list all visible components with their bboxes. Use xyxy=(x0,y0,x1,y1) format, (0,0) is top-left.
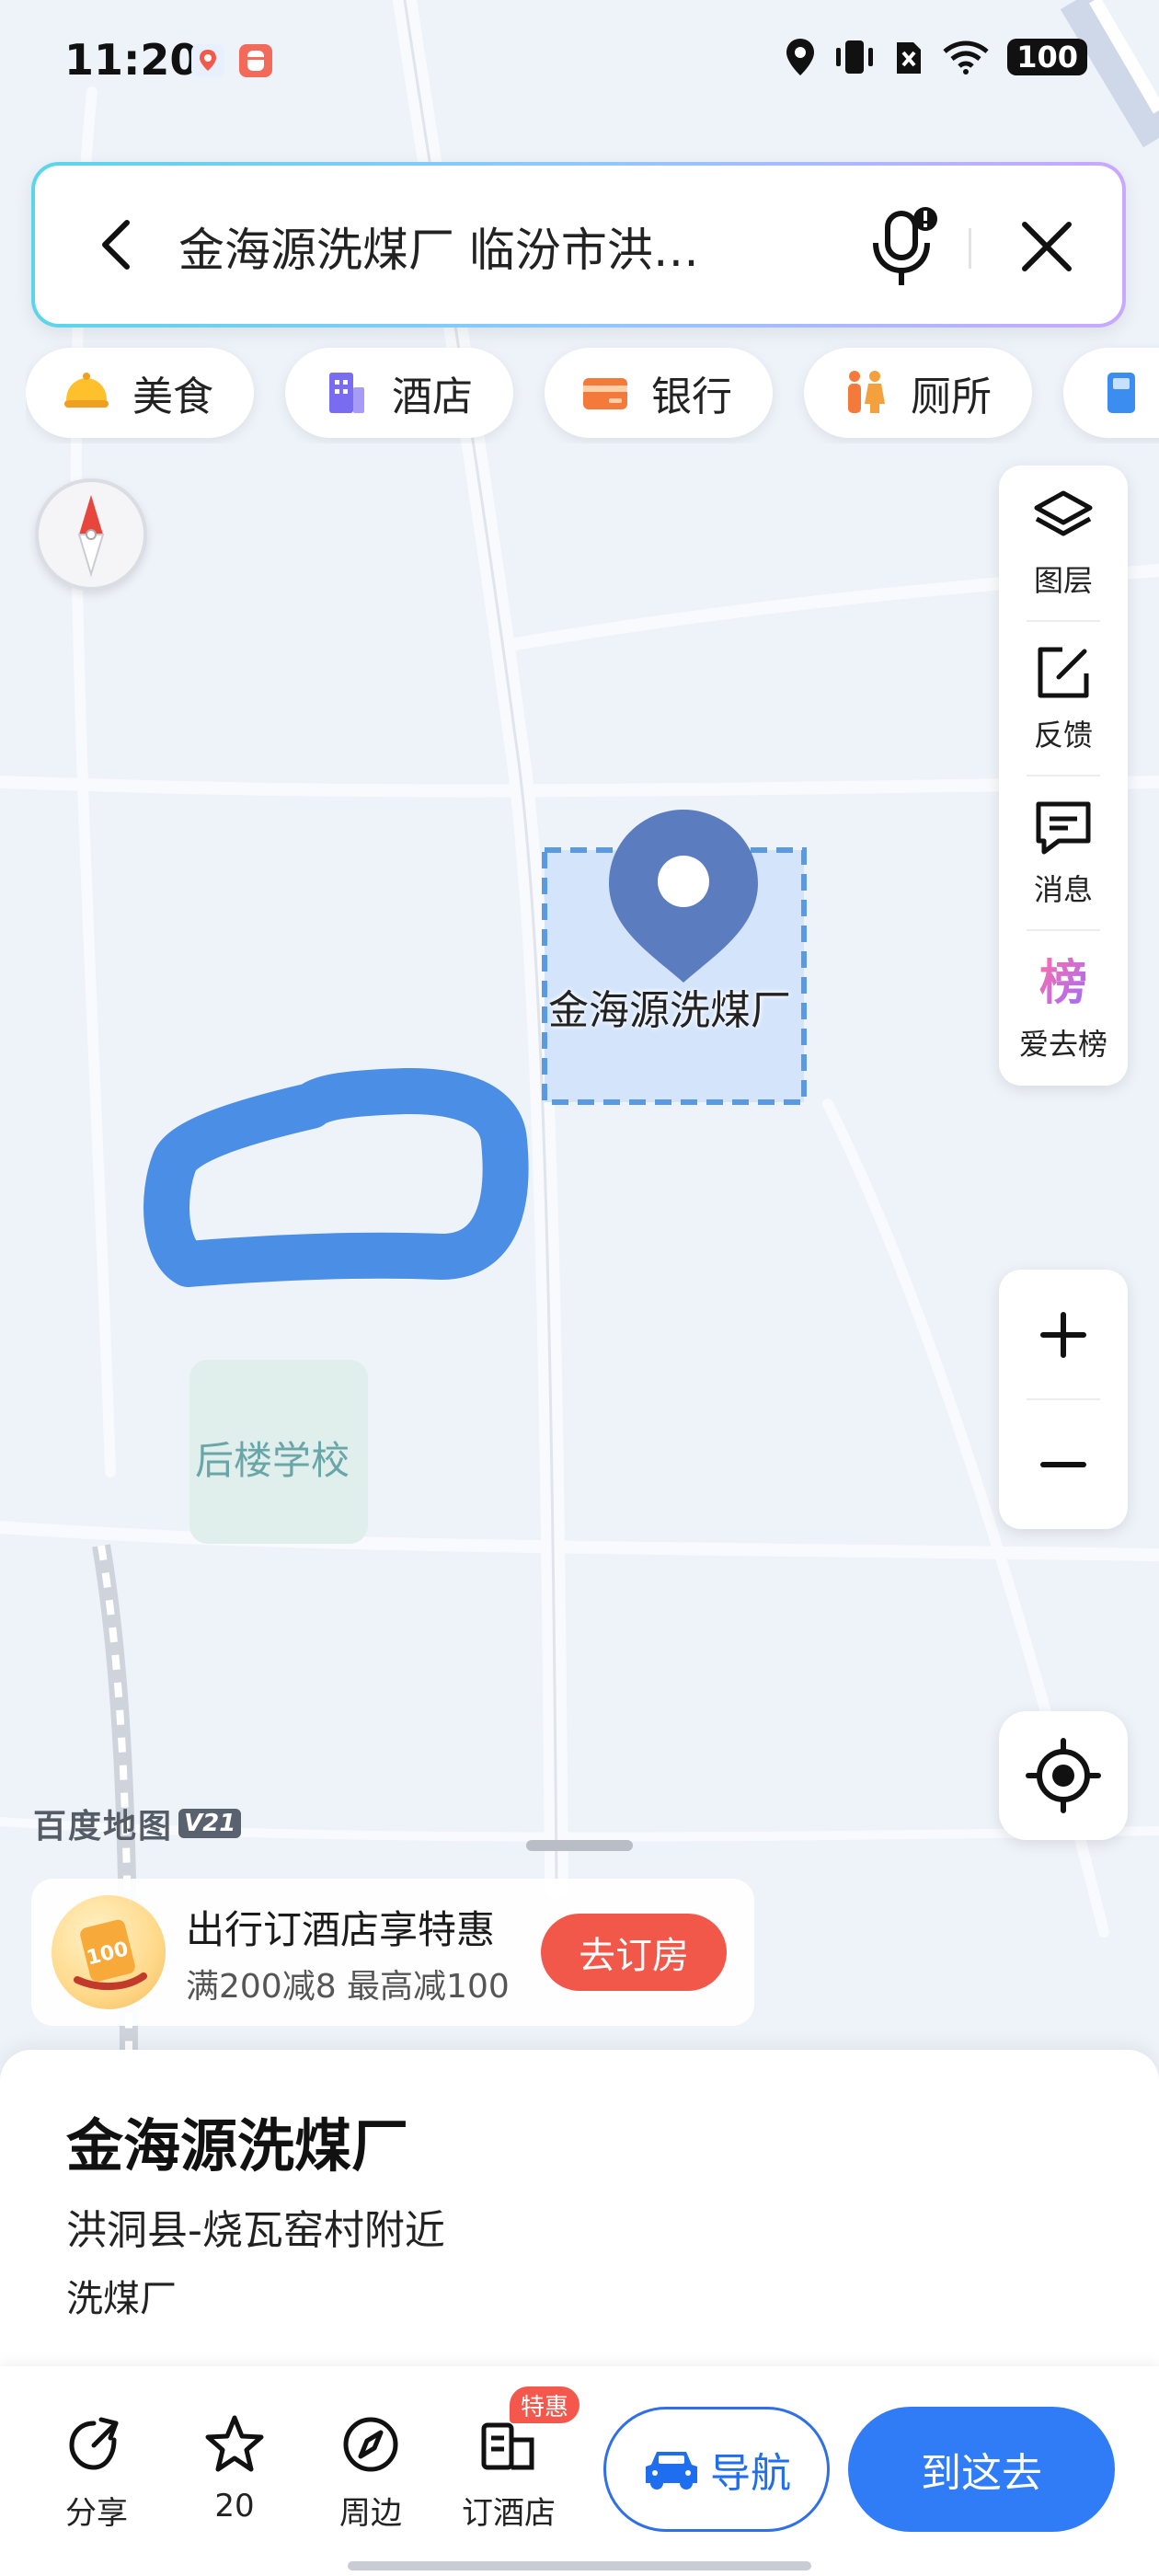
tool-ranking[interactable]: 榜 爱去榜 xyxy=(999,929,1128,1084)
search-bar[interactable]: 金海源洗煤厂 临汾市洪… xyxy=(31,162,1126,328)
close-icon[interactable] xyxy=(1008,208,1085,285)
tool-feedback[interactable]: 反馈 xyxy=(999,620,1128,775)
minus-icon xyxy=(1040,1461,1086,1467)
location-status-icon xyxy=(786,39,815,75)
vibrate-icon xyxy=(836,40,874,74)
chip-food-label: 美食 xyxy=(132,374,213,420)
promo-subtitle: 满200减8 最高减100 xyxy=(186,1968,510,2006)
category-chips: 美食 酒店 银行 厕所 xyxy=(26,342,1159,443)
hotel-promo-banner[interactable]: 100 出行订酒店享特惠 满200减8 最高减100 去订房 xyxy=(31,1879,754,2026)
status-time: 11:20 xyxy=(64,35,200,85)
map-tools-panel: 图层 反馈 消息 榜 爱去榜 xyxy=(999,466,1128,1086)
share-button[interactable]: 分享 xyxy=(37,2412,156,2533)
discount-badge: 特惠 xyxy=(510,2386,580,2423)
nearby-label: 周边 xyxy=(339,2495,402,2532)
logo-version: V21 xyxy=(178,1809,242,1838)
food-icon xyxy=(64,373,109,408)
place-address: 洪洞县-烧瓦窑村附近 xyxy=(66,2207,445,2254)
status-indicators: 100 xyxy=(785,37,1087,77)
tool-messages[interactable]: 消息 xyxy=(999,775,1128,929)
tool-feedback-label: 反馈 xyxy=(1033,718,1093,753)
book-hotel-label: 订酒店 xyxy=(462,2495,556,2532)
search-query-text[interactable]: 金海源洗煤厂 临汾市洪… xyxy=(178,213,786,280)
search-divider xyxy=(969,228,971,269)
navigate-label: 导航 xyxy=(710,2450,791,2497)
coupon-badge: 100 xyxy=(52,1895,166,2009)
gas-station-icon xyxy=(1107,373,1135,413)
zoom-controls xyxy=(999,1270,1128,1529)
status-bar: 11:20 100 xyxy=(0,0,1159,120)
action-bar: 分享 20 周边 订酒店 特惠 导航 到这去 xyxy=(0,2366,1159,2576)
go-there-button[interactable]: 到这去 xyxy=(848,2407,1115,2532)
navigate-button[interactable]: 导航 xyxy=(603,2407,830,2532)
chip-toilet[interactable]: 厕所 xyxy=(804,348,1032,438)
microphone-icon[interactable] xyxy=(863,199,946,291)
favorite-button[interactable]: 20 xyxy=(175,2412,294,2524)
chip-bank-label: 银行 xyxy=(651,374,732,420)
sheet-drag-handle[interactable] xyxy=(526,1840,633,1851)
battery-indicator: 100 xyxy=(1007,39,1087,75)
nearby-button[interactable]: 周边 xyxy=(311,2412,430,2533)
place-category: 洗煤厂 xyxy=(66,2278,177,2320)
chip-hotel-label: 酒店 xyxy=(392,374,473,420)
layers-icon xyxy=(1034,490,1093,536)
crosshair-icon xyxy=(1026,1738,1101,1813)
coupon-icon: 100 xyxy=(74,1919,147,1991)
ranking-icon: 榜 xyxy=(1039,956,1087,1011)
maps-app-icon xyxy=(191,44,224,77)
compass-icon xyxy=(77,495,105,578)
chip-food[interactable]: 美食 xyxy=(26,348,254,438)
back-arrow-icon[interactable] xyxy=(83,208,156,282)
chip-bank[interactable]: 银行 xyxy=(545,348,773,438)
chip-toilet-label: 厕所 xyxy=(911,374,992,420)
plus-icon xyxy=(1040,1311,1086,1358)
share-icon xyxy=(69,2417,119,2470)
zoom-in-button[interactable] xyxy=(999,1270,1128,1399)
no-sim-icon xyxy=(897,42,922,74)
tool-layers-label: 图层 xyxy=(1033,563,1093,598)
poi-map-label[interactable]: 金海源洗煤厂 xyxy=(548,977,791,1036)
star-icon xyxy=(205,2415,264,2472)
my-location-button[interactable] xyxy=(999,1711,1128,1840)
home-indicator[interactable] xyxy=(348,2561,811,2570)
wifi-icon xyxy=(943,40,989,75)
tool-ranking-label: 爱去榜 xyxy=(1018,1027,1107,1062)
tool-layers[interactable]: 图层 xyxy=(999,466,1128,620)
car-icon xyxy=(646,2452,697,2490)
hotel-icon xyxy=(329,373,364,413)
promo-title: 出行订酒店享特惠 xyxy=(186,1907,496,1952)
school-map-label[interactable]: 后楼学校 xyxy=(195,1430,350,1486)
chip-hotel[interactable]: 酒店 xyxy=(285,348,513,438)
favorite-count: 20 xyxy=(214,2488,255,2524)
share-label: 分享 xyxy=(65,2495,128,2532)
message-icon xyxy=(1036,801,1091,855)
toilet-icon xyxy=(848,371,885,413)
bank-icon xyxy=(583,378,627,409)
baidu-maps-logo: 百度地图 V21 xyxy=(33,1800,242,1847)
feedback-icon xyxy=(1038,647,1089,698)
compass-button[interactable] xyxy=(35,478,147,591)
notification-app-icon xyxy=(239,44,272,77)
book-room-button[interactable]: 去订房 xyxy=(541,1914,727,1991)
compass-nearby-icon xyxy=(343,2417,398,2472)
logo-text: 百度地图 xyxy=(33,1808,174,1846)
zoom-out-button[interactable] xyxy=(999,1399,1128,1529)
place-name: 金海源洗煤厂 xyxy=(66,2112,409,2179)
tool-messages-label: 消息 xyxy=(1033,872,1093,907)
svg-text:榜: 榜 xyxy=(1039,956,1087,1011)
book-hotel-button[interactable]: 订酒店 xyxy=(449,2412,568,2533)
chip-gas-station[interactable] xyxy=(1063,348,1159,438)
